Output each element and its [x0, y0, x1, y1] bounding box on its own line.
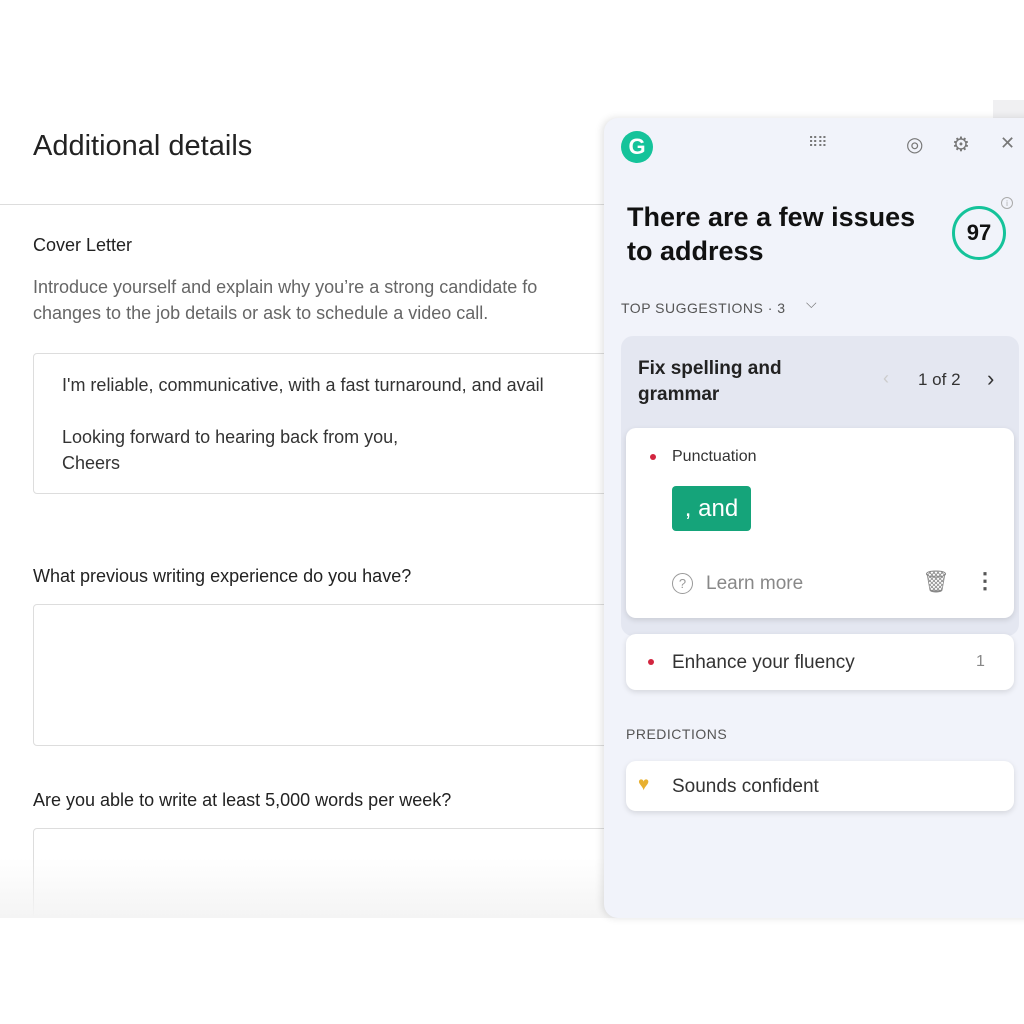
info-icon[interactable]: i	[1001, 197, 1013, 209]
drag-handle-icon[interactable]: ⠿⠿	[808, 134, 827, 151]
score-ring[interactable]: 97	[952, 206, 1006, 260]
group-title: Fix spelling and grammar	[638, 358, 782, 405]
desc-line: Introduce yourself and explain why you’r…	[33, 277, 538, 297]
learn-more-link[interactable]: Learn more	[706, 573, 803, 595]
handshake-icon: ♥	[638, 774, 650, 795]
prediction-item[interactable]: ♥ Sounds confident	[626, 761, 1014, 811]
prev-arrow-icon[interactable]: ‹	[883, 368, 889, 389]
error-dot	[650, 454, 656, 460]
grammarly-logo: G	[621, 131, 653, 163]
fluency-count: 1	[976, 653, 985, 670]
more-options-icon[interactable]: ⋮	[974, 568, 996, 594]
prediction-label: Sounds confident	[672, 776, 819, 797]
desc-line: changes to the job details or ask to sch…	[33, 303, 489, 323]
grammarly-panel: G ⠿⠿ ◎ ⚙ ✕ There are a few issues to add…	[604, 118, 1024, 918]
gear-icon[interactable]: ⚙	[952, 132, 970, 157]
words-per-week-label: Are you able to write at least 5,000 wor…	[33, 790, 452, 810]
fluency-item[interactable]: Enhance your fluency 1	[626, 634, 1014, 690]
punctuation-card[interactable]: Punctuation , and ? Learn more 🗑 ⋮	[626, 428, 1014, 618]
close-icon[interactable]: ✕	[1000, 133, 1015, 154]
writing-experience-label: What previous writing experience do you …	[33, 566, 412, 586]
fluency-label: Enhance your fluency	[672, 652, 855, 673]
goals-target-icon[interactable]: ◎	[906, 132, 923, 157]
chevron-down-icon[interactable]: ⌵	[806, 295, 817, 312]
next-arrow-icon[interactable]: ›	[987, 366, 994, 392]
trash-icon[interactable]: 🗑	[922, 569, 950, 595]
cover-letter-text: I'm reliable, communicative, with a fast…	[62, 375, 544, 473]
cover-letter-description: Introduce yourself and explain why you’r…	[33, 274, 537, 326]
panel-heading: There are a few issues to address	[627, 202, 916, 266]
cover-letter-label: Cover Letter	[33, 235, 133, 255]
page-title: Additional details	[33, 130, 253, 162]
help-icon: ?	[672, 573, 693, 594]
accept-suggestion-button[interactable]: , and	[672, 486, 751, 531]
error-dot	[648, 659, 654, 665]
pager: 1 of 2	[918, 370, 961, 389]
predictions-label: PREDICTIONS	[626, 726, 728, 742]
top-suggestions-label: TOP SUGGESTIONS · 3	[621, 300, 786, 316]
card-category: Punctuation	[672, 448, 757, 465]
